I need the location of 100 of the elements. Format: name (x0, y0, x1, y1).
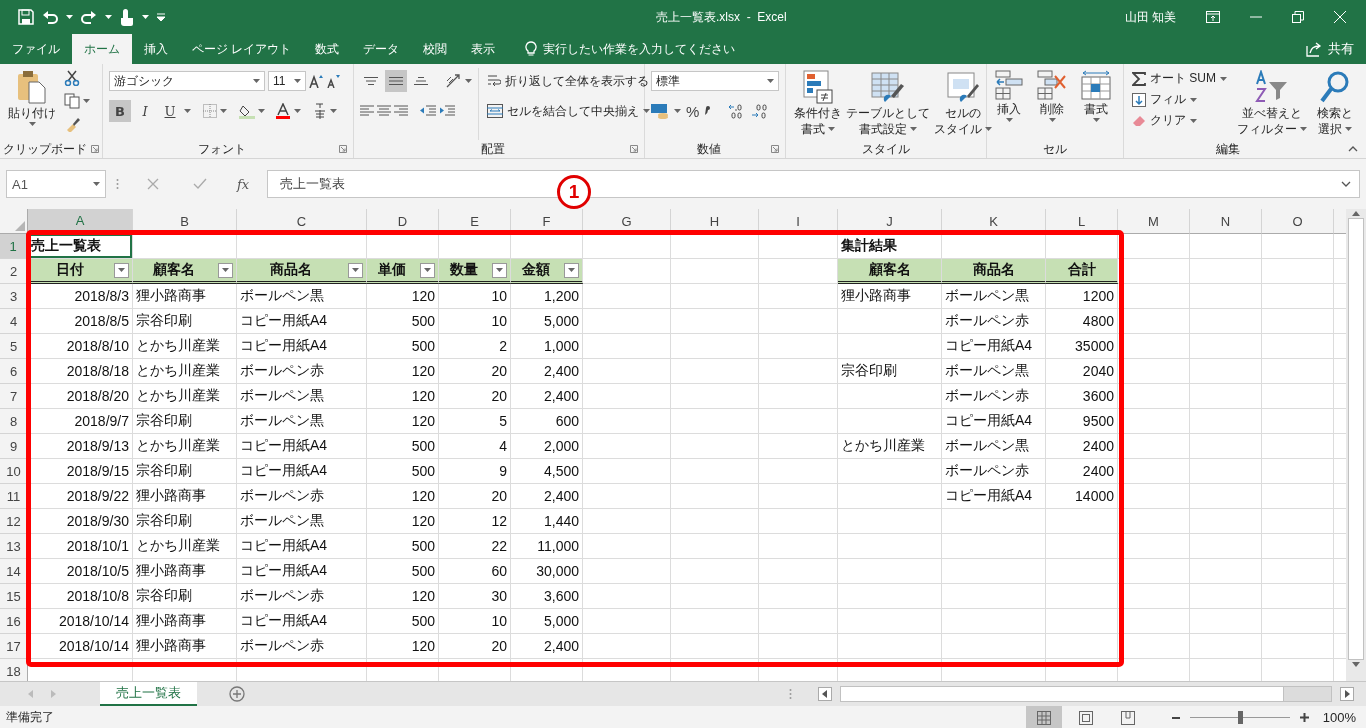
share-button[interactable]: 共有 (1328, 40, 1354, 58)
number-format-field[interactable]: 標準 (651, 71, 779, 91)
zoom-level[interactable]: 100% (1322, 710, 1356, 725)
row-header[interactable]: 18 (0, 659, 28, 681)
currency-icon[interactable] (651, 103, 669, 119)
increase-indent-icon[interactable] (439, 105, 455, 117)
ribbon-button[interactable]: 書式 (1079, 68, 1113, 140)
row-header[interactable]: 11 (0, 484, 28, 509)
ribbon-button[interactable]: セルの スタイル (932, 68, 994, 140)
name-box[interactable]: A1 (6, 170, 106, 198)
ribbon-button[interactable]: クリア (1130, 110, 1229, 131)
row-header[interactable]: 5 (0, 334, 28, 359)
filter-button[interactable] (348, 262, 363, 278)
tell-me-field[interactable]: 実行したい作業を入力してください (541, 41, 746, 57)
redo-icon[interactable] (81, 9, 97, 25)
row-header[interactable]: 12 (0, 509, 28, 534)
decrease-decimal-icon[interactable] (751, 103, 770, 119)
ribbon-display-icon[interactable] (1206, 11, 1220, 23)
orientation-icon[interactable] (446, 74, 462, 88)
add-sheet-icon[interactable] (229, 686, 245, 702)
zoom-in-icon[interactable] (1299, 713, 1309, 722)
ribbon-button[interactable]: オート SUM (1130, 68, 1229, 89)
filter-button[interactable] (420, 262, 435, 278)
merge-center-button[interactable]: セルを結合して中央揃え (485, 98, 652, 124)
scroll-left-icon[interactable] (818, 687, 832, 701)
grow-font-icon[interactable] (309, 74, 323, 88)
dialog-launcher-icon[interactable] (771, 145, 779, 153)
scrollbar-thumb[interactable] (1348, 218, 1364, 660)
insert-function-button[interactable]: fx (237, 176, 250, 192)
ribbon-tab[interactable]: 挿入 (132, 34, 180, 64)
column-header[interactable]: M (1118, 209, 1190, 234)
font-color-icon[interactable] (275, 103, 291, 119)
close-icon[interactable] (1334, 11, 1346, 23)
row-header[interactable]: 13 (0, 534, 28, 559)
row-header[interactable]: 4 (0, 309, 28, 334)
filter-button[interactable] (492, 262, 507, 278)
customize-icon[interactable] (157, 13, 165, 21)
touch-mode-icon[interactable] (120, 8, 134, 26)
scissors-icon[interactable] (64, 70, 80, 86)
text-style-button[interactable]: I (134, 100, 156, 122)
dialog-launcher-icon[interactable] (630, 145, 638, 153)
phonetic-guide-icon[interactable] (313, 103, 327, 119)
column-header[interactable]: O (1262, 209, 1334, 234)
row-header[interactable]: 6 (0, 359, 28, 384)
wrap-text-button[interactable]: 折り返して全体を表示する (485, 68, 652, 94)
ribbon-tab[interactable]: 校閲 (411, 34, 460, 64)
fill-color-icon[interactable] (239, 103, 255, 119)
collapse-ribbon-icon[interactable] (1348, 146, 1358, 152)
scroll-up-icon[interactable] (1352, 211, 1360, 216)
dialog-launcher-icon[interactable] (91, 145, 99, 153)
sheet-tab[interactable]: 売上一覧表 (100, 682, 197, 706)
text-style-button[interactable]: U (159, 100, 181, 122)
vertical-align-button[interactable] (385, 70, 407, 92)
scroll-down-icon[interactable] (1352, 662, 1360, 667)
decrease-indent-icon[interactable] (420, 105, 436, 117)
font-size-field[interactable]: 11 (268, 71, 306, 91)
ribbon-button[interactable]: 並べ替えと フィルター (1235, 68, 1309, 140)
row-header[interactable]: 17 (0, 634, 28, 659)
row-header[interactable]: 16 (0, 609, 28, 634)
save-icon[interactable] (18, 9, 34, 25)
filter-button[interactable] (114, 262, 129, 278)
zoom-slider-thumb[interactable] (1237, 711, 1243, 724)
undo-icon[interactable] (42, 9, 58, 25)
font-name-field[interactable]: 游ゴシック (109, 71, 265, 91)
comma-style-icon[interactable] (704, 106, 711, 116)
row-header[interactable]: 14 (0, 559, 28, 584)
share-icon[interactable] (1306, 41, 1322, 57)
copy-icon[interactable] (64, 93, 80, 109)
ribbon-button[interactable]: テーブルとして 書式設定 (844, 68, 932, 140)
paste-button[interactable]: 貼り付け (6, 68, 58, 140)
view-button[interactable] (1025, 706, 1062, 728)
row-header[interactable]: 1 (0, 234, 28, 259)
ribbon-button[interactable]: 検索と 選択 (1315, 68, 1355, 140)
row-header[interactable]: 8 (0, 409, 28, 434)
filter-button[interactable] (564, 262, 579, 278)
dialog-launcher-icon[interactable] (339, 145, 347, 153)
ribbon-button[interactable]: 挿入 (993, 68, 1025, 140)
scroll-right-icon[interactable] (1340, 687, 1354, 701)
row-header[interactable]: 9 (0, 434, 28, 459)
ribbon-tab[interactable]: ページ レイアウト (180, 34, 304, 64)
percent-style-button[interactable]: % (686, 102, 700, 120)
ribbon-tab[interactable]: ファイル (0, 34, 72, 64)
row-header[interactable]: 2 (0, 259, 28, 284)
ribbon-tab[interactable]: 数式 (303, 34, 352, 64)
scrollbar-thumb[interactable] (841, 687, 1284, 701)
expand-icon[interactable] (1341, 181, 1351, 187)
row-header[interactable]: 10 (0, 459, 28, 484)
filter-button[interactable] (218, 262, 233, 278)
ribbon-tab[interactable]: データ (351, 34, 412, 64)
ribbon-tab[interactable]: ホーム (72, 34, 132, 64)
row-header[interactable]: 7 (0, 384, 28, 409)
restore-icon[interactable] (1292, 11, 1304, 23)
column-header[interactable]: N (1190, 209, 1262, 234)
ribbon-button[interactable]: フィル (1130, 89, 1229, 110)
shrink-font-icon[interactable] (326, 74, 340, 88)
text-style-button[interactable]: B (109, 100, 131, 122)
check-icon[interactable] (193, 178, 207, 190)
ribbon-tab[interactable]: 表示 (459, 34, 508, 64)
row-header[interactable]: 15 (0, 584, 28, 609)
row-header[interactable]: 3 (0, 284, 28, 309)
